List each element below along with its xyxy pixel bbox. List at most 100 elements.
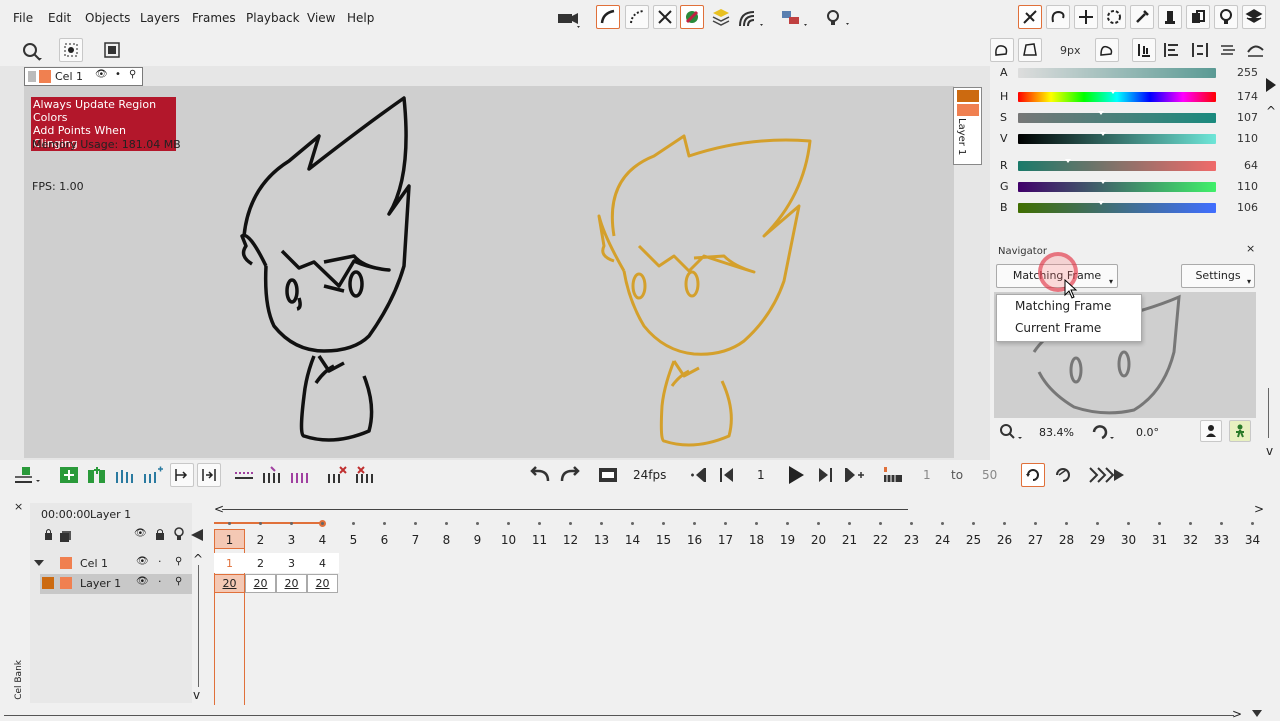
frame-number[interactable]: 26 — [989, 533, 1020, 547]
first-frame-icon[interactable] — [688, 466, 708, 487]
rotate-tool-icon[interactable] — [1102, 5, 1126, 29]
range-icon[interactable] — [882, 465, 904, 488]
scroll-right-icon[interactable]: > — [1232, 707, 1242, 721]
transform-icon[interactable] — [102, 40, 122, 63]
lasso-tool-icon[interactable] — [1046, 5, 1070, 29]
frame-number[interactable]: 34 — [1237, 533, 1268, 547]
brush-tool-icon[interactable] — [596, 5, 620, 29]
lock-header-icon[interactable] — [155, 528, 165, 543]
onion-header-icon[interactable] — [174, 527, 184, 544]
frame-number[interactable]: 9 — [462, 533, 493, 547]
frame-number[interactable]: 3 — [276, 533, 307, 547]
eye-icon[interactable]: 👁 — [95, 69, 108, 80]
scroll-down-icon[interactable]: v — [1266, 444, 1273, 458]
cel-cell[interactable]: 1 — [214, 557, 245, 570]
scroll-right-icon[interactable]: > — [1254, 502, 1264, 516]
onion-icon[interactable]: ⚲ — [175, 576, 182, 587]
align-bottom-icon[interactable] — [1132, 38, 1156, 62]
navigator-walk-icon[interactable] — [1229, 420, 1251, 442]
frame-number[interactable]: 19 — [772, 533, 803, 547]
frame-number[interactable]: 15 — [648, 533, 679, 547]
saturation-slider[interactable]: S 107 — [998, 111, 1258, 125]
insert-frame-icon[interactable] — [86, 464, 108, 489]
delete-frame-icon[interactable] — [326, 464, 348, 489]
smooth-tool-icon[interactable] — [1095, 38, 1119, 62]
menu-file[interactable]: File — [13, 11, 33, 25]
select-tool-icon[interactable] — [59, 38, 83, 62]
frame-number[interactable]: 5 — [338, 533, 369, 547]
layer-cell[interactable]: 20 — [307, 574, 338, 593]
value-slider[interactable]: V 110 — [998, 132, 1258, 146]
fast-forward-icon[interactable] — [1088, 466, 1128, 487]
navigator-zoom-value[interactable]: 83.4% — [1039, 426, 1074, 439]
visibility-header-icon[interactable]: 👁 — [134, 528, 147, 539]
eye-icon[interactable]: 👁 — [136, 576, 149, 587]
camera-icon[interactable] — [555, 6, 583, 33]
bottom-scrollbar[interactable]: > — [0, 707, 1280, 721]
frame-spacing-icon[interactable] — [233, 464, 255, 489]
play-icon[interactable] — [786, 464, 806, 489]
cel-selector[interactable]: Cel 1 👁 • ⚲ — [24, 67, 143, 86]
arc-icon[interactable] — [1245, 40, 1267, 63]
frame-rate-icon[interactable] — [597, 465, 619, 488]
frame-number[interactable]: 10 — [493, 533, 524, 547]
frame-number[interactable]: 28 — [1051, 533, 1082, 547]
frame-distribute-icon[interactable] — [289, 464, 311, 489]
timeline-scroll-down-icon[interactable]: v — [193, 688, 200, 702]
range-end-value[interactable]: 50 — [982, 468, 997, 482]
frame-number[interactable]: 30 — [1113, 533, 1144, 547]
delete-cel-icon[interactable] — [354, 464, 376, 489]
menu-view[interactable]: View — [307, 11, 335, 25]
frame-number[interactable]: 29 — [1082, 533, 1113, 547]
frame-number[interactable]: 4 — [307, 533, 338, 547]
next-frame-icon[interactable] — [816, 466, 834, 487]
frame-number[interactable]: 20 — [803, 533, 834, 547]
zoom-tool-icon[interactable] — [20, 40, 44, 67]
cel-bank-tab[interactable]: Cel Bank — [14, 660, 24, 700]
dot-icon[interactable]: · — [158, 555, 162, 568]
red-slider[interactable]: R 64 — [998, 159, 1258, 173]
frame-number[interactable]: 11 — [524, 533, 555, 547]
shape-tool-icon[interactable] — [990, 38, 1014, 62]
layer-cell[interactable]: 20 — [214, 574, 245, 593]
fps-value[interactable]: 24fps — [633, 468, 666, 482]
green-slider[interactable]: G 110 — [998, 180, 1258, 194]
dotted-line-tool-icon[interactable] — [625, 5, 649, 29]
layer-cell[interactable]: 20 — [276, 574, 307, 593]
current-frame-value[interactable]: 1 — [757, 468, 765, 482]
cut-tool-icon[interactable] — [653, 5, 677, 29]
copy-icon[interactable] — [1186, 5, 1210, 29]
layer-cell[interactable]: 20 — [245, 574, 276, 593]
scroll-up-icon[interactable]: ^ — [1266, 104, 1276, 118]
frame-number[interactable]: 14 — [617, 533, 648, 547]
menu-frames[interactable]: Frames — [192, 11, 236, 25]
frame-number[interactable]: 12 — [555, 533, 586, 547]
bulb-icon[interactable]: ⚲ — [129, 69, 136, 80]
frame-number[interactable]: 24 — [927, 533, 958, 547]
frame-number[interactable]: 27 — [1020, 533, 1051, 547]
split-frame-icon[interactable] — [170, 463, 194, 487]
dropdown-arrow-icon[interactable] — [1252, 708, 1262, 721]
timeline-scroll-up-icon[interactable]: ^ — [193, 552, 203, 566]
navigator-person-icon[interactable] — [1200, 420, 1222, 442]
add-frame-icon[interactable] — [58, 464, 80, 489]
frame-timing-icon[interactable] — [261, 464, 283, 489]
panel-play-icon[interactable] — [1266, 78, 1276, 95]
lock-all-icon[interactable] — [43, 528, 79, 545]
layer-stack-tool-icon[interactable] — [1242, 5, 1266, 29]
move-tool-icon[interactable] — [1074, 5, 1098, 29]
dot-icon[interactable]: • — [115, 69, 121, 80]
frame-number[interactable]: 25 — [958, 533, 989, 547]
color-picker-icon[interactable] — [1130, 5, 1154, 29]
frame-number[interactable]: 21 — [834, 533, 865, 547]
timeline-close-icon[interactable]: × — [14, 500, 23, 513]
menu-playback[interactable]: Playback — [246, 11, 300, 25]
frame-number[interactable]: 22 — [865, 533, 896, 547]
frame-number[interactable]: 17 — [710, 533, 741, 547]
frame-number[interactable]: 2 — [245, 533, 276, 547]
alpha-slider[interactable]: A 255 — [998, 66, 1258, 80]
loop-icon[interactable] — [1021, 463, 1045, 487]
last-frame-icon[interactable] — [844, 466, 866, 487]
side-layer-tab[interactable]: Layer 1 — [953, 87, 982, 165]
frame-number[interactable]: 8 — [431, 533, 462, 547]
